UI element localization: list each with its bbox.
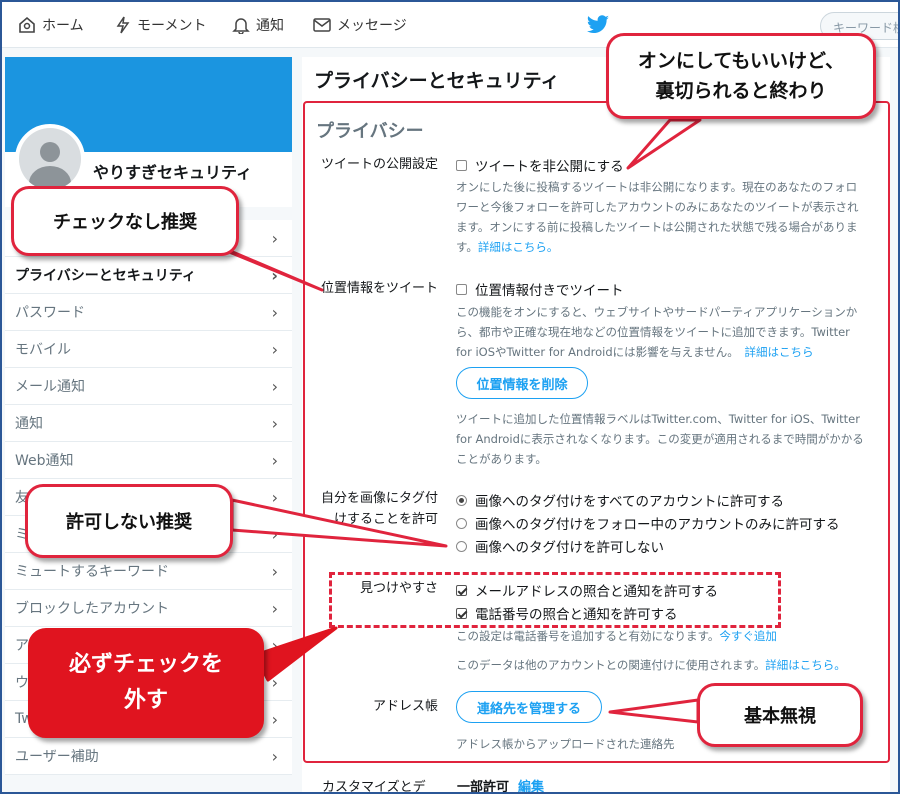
menu-item-web-notifications[interactable]: Web通知 › [5, 442, 292, 479]
menu-item-label: プライバシーとセキュリティ [15, 268, 196, 284]
menu-item-label: ウ [15, 675, 29, 691]
menu-item-label: モバイル [15, 342, 71, 358]
chevron-right-icon: › [271, 746, 278, 766]
privacy-section-title: プライバシー [316, 121, 424, 142]
discoverability-note-1: この設定は電話番号を追加すると有効になります。今すぐ追加 [456, 626, 876, 646]
address-book-label: アドレス帳 [372, 699, 438, 714]
tagging-option-following[interactable]: 画像へのタグ付けをフォロー中のアカウントのみに許可する [456, 513, 840, 533]
chevron-right-icon: › [271, 302, 278, 322]
tweet-privacy-description: オンにした後に投稿するツイートは非公開になります。現在のあなたのフォロワーと今後… [456, 177, 866, 257]
radio-icon[interactable] [456, 494, 467, 506]
checkbox-icon[interactable] [456, 283, 467, 295]
tagging-option-label: 画像へのタグ付けを許可しない [475, 540, 664, 556]
location-learn-more-link[interactable]: 詳細はこちら [745, 345, 814, 359]
menu-item-privacy[interactable]: プライバシーとセキュリティ › [5, 257, 292, 294]
discoverability-note-2: このデータは他のアカウントとの関連付けに使用されます。詳細はこちら。 [456, 655, 876, 675]
callout-ignore: 基本無視 [697, 683, 863, 747]
personalization-value: 一部許可 [457, 780, 510, 794]
nav-home[interactable]: ホーム [18, 15, 84, 35]
radio-icon[interactable] [456, 540, 467, 552]
twitter-bird-icon[interactable] [586, 15, 610, 35]
photo-tagging-label: 自分を画像にタグ付けすることを許可 [320, 491, 438, 527]
page-title: プライバシーとセキュリティ [314, 70, 560, 92]
tagging-option-label: 画像へのタグ付けをフォロー中のアカウントのみに許可する [475, 517, 840, 533]
location-label: 位置情報をツイート [320, 281, 438, 296]
tagging-option-everyone[interactable]: 画像へのタグ付けをすべてのアカウントに許可する [456, 490, 784, 510]
protect-tweets-checkbox[interactable]: ツイートを非公開にする [456, 155, 624, 175]
personalization-edit-link[interactable]: 編集 [518, 776, 544, 794]
callout-must-uncheck: 必ずチェックを 外す [28, 628, 264, 738]
nav-messages[interactable]: メッセージ [313, 15, 407, 35]
menu-item-label: ユーザー補助 [15, 749, 99, 765]
nav-messages-label: メッセージ [337, 18, 407, 34]
radio-icon[interactable] [456, 517, 467, 529]
chevron-right-icon: › [271, 487, 278, 507]
menu-item-password[interactable]: パスワード › [5, 294, 292, 331]
location-description: この機能をオンにすると、ウェブサイトやサードパーティアプリケーションから、都市や… [456, 302, 868, 362]
menu-item-notifications[interactable]: 通知 › [5, 405, 292, 442]
discoverability-highlight [329, 572, 781, 628]
menu-item-label: ミュートするキーワード [15, 564, 169, 580]
chevron-right-icon: › [271, 265, 278, 285]
callout-top: オンにしてもいいけど、 裏切られると終わり [606, 33, 876, 119]
tagging-option-label: 画像へのタグ付けをすべてのアカウントに許可する [475, 494, 785, 510]
tweet-location-label: 位置情報付きでツイート [475, 283, 624, 299]
chevron-right-icon: › [271, 376, 278, 396]
note-text: このデータは他のアカウントとの関連付けに使用されます。 [456, 658, 766, 672]
menu-item-label: ア [15, 638, 29, 654]
note-text: この設定は電話番号を追加すると有効になります。 [456, 629, 720, 643]
checkbox-icon[interactable] [456, 159, 467, 171]
protect-tweets-label: ツイートを非公開にする [475, 159, 624, 175]
menu-item-accessibility[interactable]: ユーザー補助 › [5, 738, 292, 775]
chevron-right-icon: › [271, 413, 278, 433]
nav-notifications[interactable]: 通知 [232, 15, 284, 35]
nav-home-label: ホーム [42, 18, 84, 34]
chevron-right-icon: › [271, 339, 278, 359]
nav-notifications-label: 通知 [256, 18, 284, 34]
profile-name[interactable]: やりすぎセキュリティ [93, 159, 252, 183]
menu-item-muted-words[interactable]: ミュートするキーワード › [5, 553, 292, 590]
menu-item-blocked[interactable]: ブロックしたアカウント › [5, 590, 292, 627]
chevron-right-icon: › [271, 672, 278, 692]
default-avatar-icon [19, 128, 81, 190]
tagging-option-none[interactable]: 画像へのタグ付けを許可しない [456, 536, 664, 556]
menu-item-email-notifications[interactable]: メール通知 › [5, 368, 292, 405]
menu-item-label: 通知 [15, 416, 43, 432]
menu-item-mobile[interactable]: モバイル › [5, 331, 292, 368]
add-phone-link[interactable]: 今すぐ追加 [719, 629, 777, 643]
personalization-label: カスタマイズとデ [322, 780, 426, 794]
chevron-right-icon: › [271, 598, 278, 618]
tweet-privacy-learn-more-link[interactable]: 詳細はこちら。 [478, 240, 559, 254]
avatar[interactable] [15, 124, 85, 194]
lightning-icon [116, 16, 130, 34]
chevron-right-icon: › [271, 635, 278, 655]
callout-no-check: チェックなし推奨 [11, 186, 239, 256]
chevron-right-icon: › [271, 450, 278, 470]
discoverability-learn-more-link[interactable]: 詳細はこちら。 [765, 658, 846, 672]
callout-not-allow: 許可しない推奨 [25, 484, 233, 558]
menu-item-label: Web通知 [15, 453, 74, 469]
menu-item-label: ブロックしたアカウント [15, 601, 169, 617]
nav-moment-label: モーメント [137, 18, 207, 34]
profile-card: やりすぎセキュリティ [5, 57, 292, 207]
envelope-icon [313, 18, 331, 32]
chevron-right-icon: › [271, 709, 278, 729]
bell-icon [232, 18, 250, 34]
chevron-right-icon: › [271, 228, 278, 248]
nav-moment[interactable]: モーメント [115, 15, 206, 35]
delete-location-button[interactable]: 位置情報を削除 [456, 367, 588, 399]
menu-item-label: メール通知 [15, 379, 85, 395]
menu-item-label: パスワード [15, 305, 85, 321]
chevron-right-icon: › [271, 561, 278, 581]
tweet-privacy-label: ツイートの公開設定 [320, 157, 438, 172]
manage-contacts-button[interactable]: 連絡先を管理する [456, 691, 602, 723]
location-description-2: ツイートに追加した位置情報ラベルはTwitter.com、Twitter for… [456, 412, 864, 466]
chevron-right-icon: › [271, 524, 278, 544]
home-icon [19, 16, 35, 33]
tweet-location-checkbox[interactable]: 位置情報付きでツイート [456, 279, 624, 299]
